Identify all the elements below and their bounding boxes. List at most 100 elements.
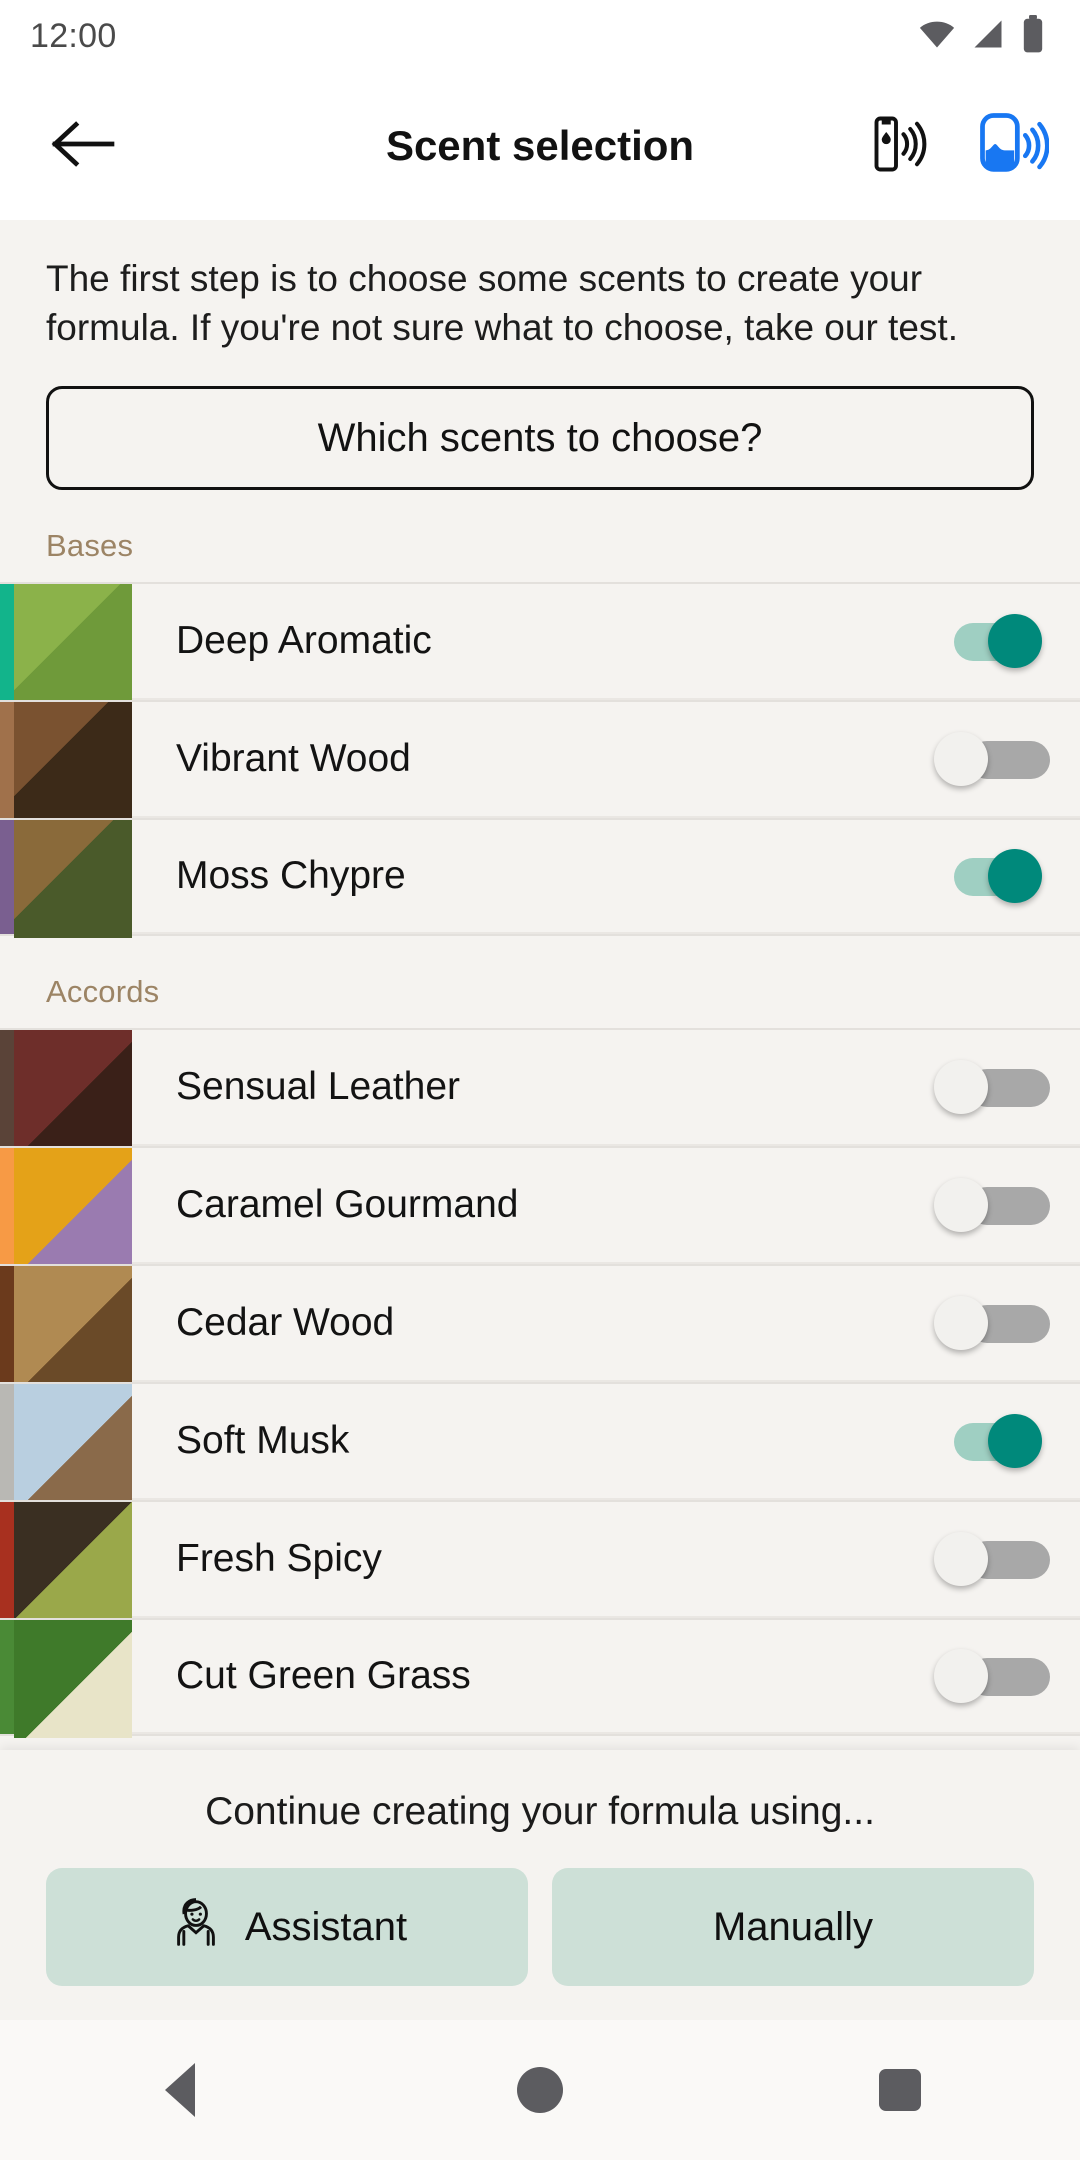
scent-row-body: Fresh Spicy [132, 1502, 1080, 1619]
scent-name: Fresh Spicy [176, 1537, 382, 1581]
diffuser-connected-icon [973, 106, 1050, 187]
app-bar: Scent selection [0, 72, 1080, 220]
scent-row[interactable]: Deep Aromatic [0, 582, 1080, 703]
bottom-sheet-title: Continue creating your formula using... [205, 1790, 875, 1833]
status-system-icons [918, 14, 1046, 58]
nav-recents-button[interactable] [840, 2030, 960, 2150]
assistant-button[interactable]: Assistant [46, 1868, 528, 1986]
section-header-accords: Accords [46, 974, 160, 1010]
scent-name: Deep Aromatic [176, 619, 432, 663]
cellular-signal-icon [970, 16, 1006, 57]
scent-toggle[interactable] [940, 1414, 1042, 1469]
scent-list-bases: Deep Aromatic Vibrant Wood Moss Chypre [0, 582, 1080, 939]
scent-toggle[interactable] [940, 614, 1042, 669]
toggle-knob [988, 614, 1042, 669]
scent-row-body: Deep Aromatic [132, 584, 1080, 701]
android-navigation-bar [0, 2020, 1080, 2160]
herbs-lavender-wood-thumb [14, 584, 132, 703]
scent-row[interactable]: Fresh Spicy [0, 1500, 1080, 1621]
scent-toggle[interactable] [934, 1060, 1050, 1115]
status-clock: 12:00 [30, 16, 117, 55]
app-bar-actions [856, 103, 1054, 189]
scent-toggle[interactable] [934, 1296, 1050, 1351]
assistant-button-label: Assistant [244, 1904, 408, 1949]
scent-row[interactable]: Cut Green Grass [0, 1618, 1080, 1739]
assistant-avatar-icon [167, 1893, 225, 1961]
scent-selection-content: The first step is to choose some scents … [0, 220, 1080, 1786]
scent-name: Sensual Leather [176, 1065, 461, 1109]
status-bar: 12:00 [0, 0, 1080, 72]
diffuser-connected-button[interactable] [968, 103, 1054, 189]
scent-row[interactable]: Moss Chypre [0, 818, 1080, 939]
scent-toggle[interactable] [934, 1532, 1050, 1587]
scent-row[interactable]: Vibrant Wood [0, 700, 1080, 821]
nav-home-icon [517, 2067, 563, 2113]
bottom-sheet-actions: Assistant Manually [46, 1868, 1034, 1986]
wifi-icon [918, 15, 956, 58]
caramel-golden-thumb [14, 1148, 132, 1267]
scent-toggle[interactable] [934, 1649, 1050, 1704]
scent-row-body: Moss Chypre [132, 820, 1080, 935]
scent-sections: Bases Deep Aromatic Vibrant Wood Moss Chypr… [0, 490, 1080, 1739]
back-button[interactable] [44, 108, 120, 184]
scent-toggle[interactable] [934, 732, 1050, 787]
manually-button[interactable]: Manually [552, 1868, 1034, 1986]
scent-row-body: Caramel Gourmand [132, 1148, 1080, 1265]
scent-row[interactable]: Soft Musk [0, 1382, 1080, 1503]
scent-accent-bar [0, 1148, 14, 1265]
nav-recents-icon [879, 2069, 921, 2111]
cartridge-connected-icon [863, 108, 935, 185]
section-header-bases: Bases [46, 528, 134, 564]
manually-button-label: Manually [712, 1904, 874, 1949]
wood-lime-pepper-thumb [14, 702, 132, 821]
green-grass-thumb [14, 1620, 132, 1739]
scent-accent-bar [0, 584, 14, 701]
which-scents-button[interactable]: Which scents to choose? [46, 386, 1034, 491]
toggle-knob [934, 1649, 988, 1704]
moss-roots-thumb [14, 820, 132, 939]
scent-name: Moss Chypre [176, 854, 406, 898]
battery-icon [1020, 14, 1046, 58]
peppercorn-cardamom-thumb [14, 1502, 132, 1621]
arrow-left-icon [49, 120, 115, 173]
toggle-knob [988, 1414, 1042, 1469]
toggle-knob [988, 849, 1042, 904]
scent-toggle[interactable] [940, 849, 1042, 904]
cedar-logs-thumb [14, 1266, 132, 1385]
scent-accent-bar [0, 1620, 14, 1735]
scent-name: Caramel Gourmand [176, 1183, 519, 1227]
scent-name: Cedar Wood [176, 1301, 395, 1345]
toggle-knob [934, 1060, 988, 1115]
scent-name: Soft Musk [176, 1419, 350, 1463]
toggle-knob [934, 732, 988, 787]
scent-name: Cut Green Grass [176, 1654, 471, 1698]
scent-accent-bar [0, 1502, 14, 1619]
cartridge-connected-button[interactable] [856, 103, 942, 189]
scent-row-body: Vibrant Wood [132, 702, 1080, 819]
toggle-knob [934, 1296, 988, 1351]
ice-berries-thumb [14, 1384, 132, 1503]
scent-accent-bar [0, 1266, 14, 1383]
scent-name: Vibrant Wood [176, 737, 411, 781]
toggle-knob [934, 1532, 988, 1587]
nav-back-button[interactable] [120, 2030, 240, 2150]
scent-row-body: Cedar Wood [132, 1266, 1080, 1383]
intro-text: The first step is to choose some scents … [46, 258, 958, 349]
cta-container: Which scents to choose? [0, 352, 1080, 491]
nav-back-icon [165, 2063, 195, 2117]
scent-row-body: Sensual Leather [132, 1030, 1080, 1147]
scent-row[interactable]: Caramel Gourmand [0, 1146, 1080, 1267]
continue-bottom-sheet: Continue creating your formula using... … [0, 1750, 1080, 2020]
scent-row-body: Cut Green Grass [132, 1620, 1080, 1735]
scent-row-body: Soft Musk [132, 1384, 1080, 1501]
nav-home-button[interactable] [480, 2030, 600, 2150]
scent-accent-bar [0, 1030, 14, 1147]
scent-accent-bar [0, 1384, 14, 1501]
toggle-knob [934, 1178, 988, 1233]
scent-toggle[interactable] [934, 1178, 1050, 1233]
scent-row[interactable]: Cedar Wood [0, 1264, 1080, 1385]
scent-accent-bar [0, 702, 14, 819]
scent-list-accords: Sensual Leather Caramel Gourmand Cedar Woo… [0, 1028, 1080, 1739]
scent-row[interactable]: Sensual Leather [0, 1028, 1080, 1149]
scent-accent-bar [0, 820, 14, 935]
